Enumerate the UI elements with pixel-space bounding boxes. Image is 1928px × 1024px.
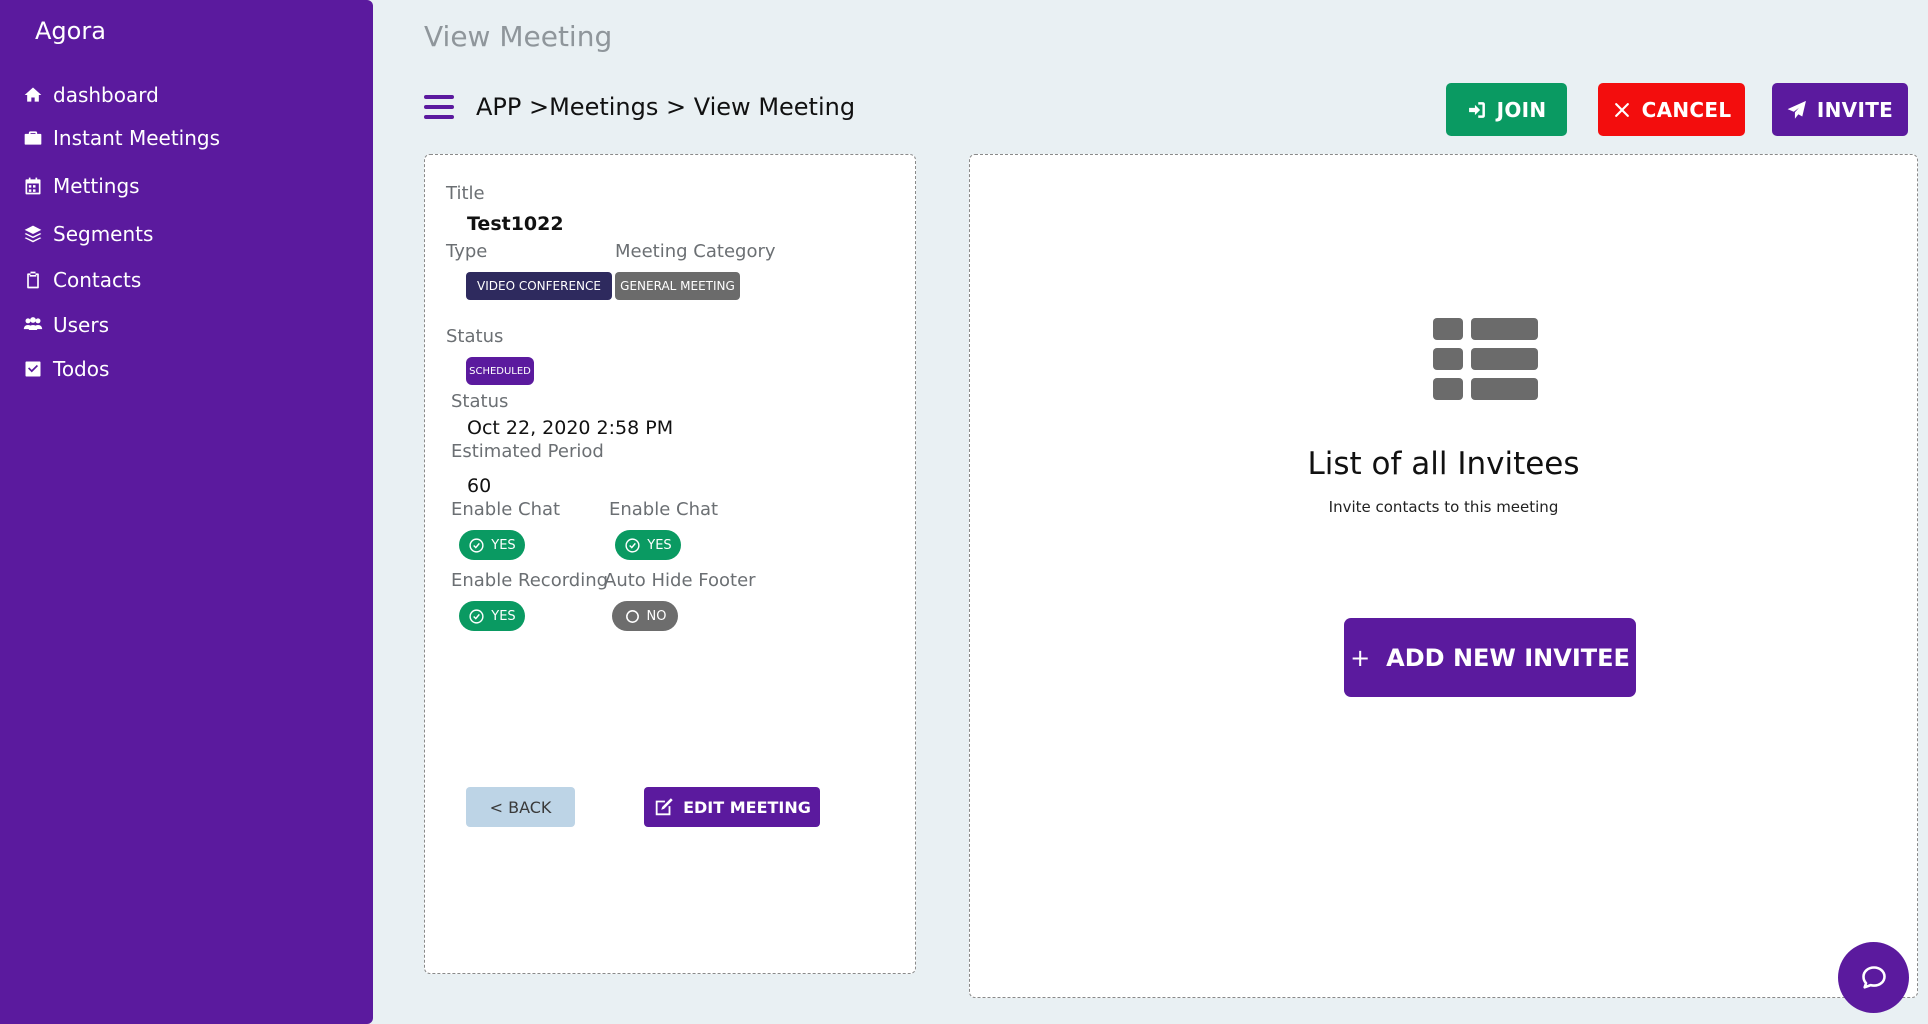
check-circle-icon [469,608,484,624]
invite-button[interactable]: INVITE [1772,83,1908,136]
sidebar: Agora dashboard Instant Meetings Metting… [0,0,373,1024]
enable-chat-label: Enable Chat [451,499,561,520]
back-label: < BACK [489,797,552,817]
enable-chat-2-value: YES [647,537,672,553]
sidebar-item-contacts[interactable]: Contacts [23,268,141,292]
join-label: JOIN [1496,97,1547,122]
sidebar-item-label: Instant Meetings [53,126,221,150]
status-badge: SCHEDULED [466,357,534,385]
calendar-icon [25,177,41,195]
cancel-button[interactable]: CANCEL [1598,83,1745,136]
status-date-value: Oct 22, 2020 2:58 PM [467,417,674,439]
cancel-label: CANCEL [1641,97,1732,122]
invitees-subtitle: Invite contacts to this meeting [1328,498,1559,516]
type-label: Type [446,241,488,262]
close-icon [1614,102,1629,117]
circle-icon [625,609,639,623]
sidebar-item-todos[interactable]: Todos [23,357,109,381]
enable-recording-value: YES [491,608,516,624]
enable-chat-pill[interactable]: YES [459,530,525,560]
checkbox-icon [25,361,41,377]
title-value: Test1022 [467,213,564,235]
status-label: Status [446,326,504,347]
auto-hide-footer-pill[interactable]: NO [612,601,678,631]
sidebar-item-label: dashboard [53,83,159,107]
chat-bubble-icon [1861,965,1886,989]
invite-label: INVITE [1816,97,1894,122]
chat-button[interactable] [1838,942,1909,1013]
invitees-title: List of all Invitees [1307,446,1580,482]
back-button[interactable]: < BACK [466,787,575,827]
period-value: 60 [467,475,492,497]
meeting-details-card: Title Test1022 Type VIDEO CONFERENCE Mee… [424,154,916,974]
check-circle-icon [625,537,640,553]
layers-icon [24,225,42,243]
edit-meeting-label: EDIT MEETING [683,797,811,817]
auto-hide-footer-label: Auto Hide Footer [604,570,756,591]
title-label: Title [446,183,485,204]
enable-recording-label: Enable Recording [451,570,609,591]
invitees-card: List of all Invitees Invite contacts to … [969,154,1918,998]
enable-chat-2-label: Enable Chat [609,499,719,520]
app-brand[interactable]: Agora [35,17,106,45]
status-date-label: Status [451,391,509,412]
list-icon [1433,318,1538,400]
clipboard-icon [27,271,39,289]
breadcrumb: APP >Meetings > View Meeting [476,93,856,121]
type-badge: VIDEO CONFERENCE [466,272,612,300]
category-badge: GENERAL MEETING [615,272,740,300]
sidebar-item-label: Segments [53,222,154,246]
plus-icon: + [1350,643,1371,672]
add-new-invitee-label: ADD NEW INVITEE [1386,643,1630,672]
sidebar-item-mettings[interactable]: Mettings [23,174,140,198]
sidebar-item-segments[interactable]: Segments [23,222,153,246]
join-button[interactable]: JOIN [1446,83,1567,136]
category-label: Meeting Category [615,241,776,262]
check-circle-icon [469,537,484,553]
edit-meeting-button[interactable]: EDIT MEETING [644,787,820,827]
add-new-invitee-button[interactable]: + ADD NEW INVITEE [1344,618,1636,697]
menu-icon[interactable] [424,95,454,119]
sidebar-item-dashboard[interactable]: dashboard [23,83,159,107]
enable-recording-pill[interactable]: YES [459,601,525,631]
home-icon [24,87,42,102]
sign-in-icon [1468,101,1485,118]
auto-hide-footer-value: NO [646,608,667,624]
sidebar-item-users[interactable]: Users [23,313,109,337]
period-label: Estimated Period [451,441,604,462]
page-title: View Meeting [424,20,613,53]
paper-plane-icon [1787,100,1806,119]
users-icon [23,317,43,330]
enable-chat-2-pill[interactable]: YES [615,530,681,560]
sidebar-item-label: Contacts [53,268,142,292]
briefcase-icon [24,131,42,145]
enable-chat-value: YES [491,537,516,553]
edit-icon [655,798,673,816]
sidebar-item-label: Users [53,313,110,337]
sidebar-item-label: Mettings [53,174,140,198]
sidebar-item-instant-meetings[interactable]: Instant Meetings [23,126,220,150]
sidebar-item-label: Todos [53,357,110,381]
